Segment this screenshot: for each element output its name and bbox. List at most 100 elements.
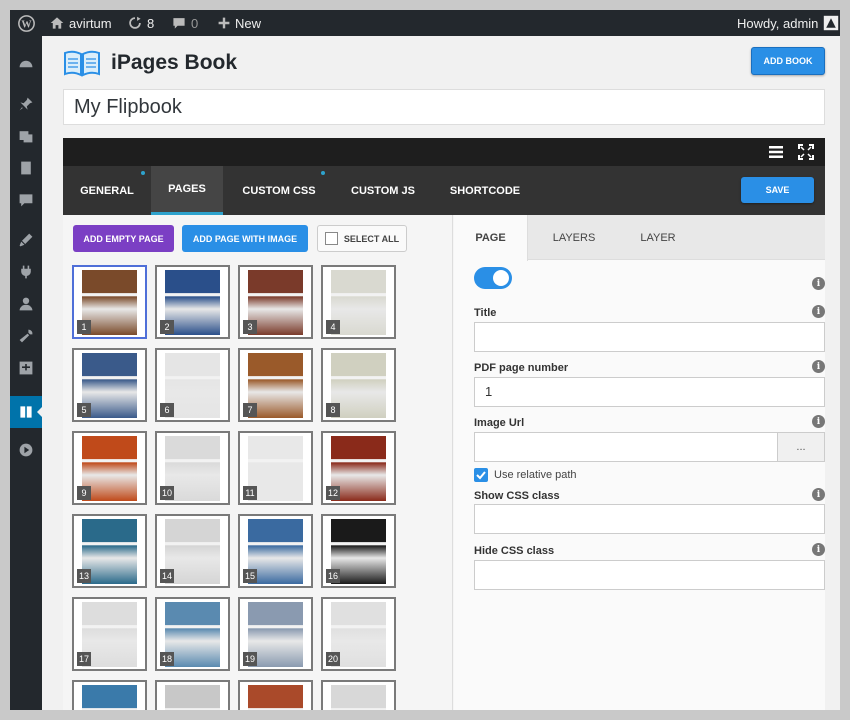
title-input[interactable] <box>474 322 825 352</box>
tab-custom-css[interactable]: CUSTOM CSS <box>235 166 325 215</box>
browse-image-button[interactable]: ... <box>777 432 825 462</box>
page-thumbnail[interactable]: 10 <box>155 431 230 505</box>
page-thumbnail[interactable]: 17 <box>72 597 147 671</box>
home-icon <box>50 17 64 29</box>
pages-panel: ADD EMPTY PAGE ADD PAGE WITH IMAGE SELEC… <box>63 215 453 710</box>
comments-link[interactable]: 0 <box>172 10 198 36</box>
page-thumbnail[interactable]: 1 <box>72 265 147 339</box>
page-thumbnail[interactable]: 16 <box>321 514 396 588</box>
page-thumbnail[interactable]: 13 <box>72 514 147 588</box>
page-thumbnail[interactable]: 9 <box>72 431 147 505</box>
tab-label: PAGES <box>168 183 206 195</box>
add-page-with-image-button[interactable]: ADD PAGE WITH IMAGE <box>182 225 308 252</box>
info-icon[interactable]: i <box>812 305 825 318</box>
page-number-badge: 16 <box>326 569 341 583</box>
ipages-book-icon[interactable] <box>10 396 43 428</box>
pdf-page-number-label: PDF page number <box>474 362 569 374</box>
page-number-badge: 18 <box>160 652 175 666</box>
select-all-checkbox[interactable]: SELECT ALL <box>317 225 407 252</box>
page-thumbnail[interactable]: 12 <box>321 431 396 505</box>
info-icon[interactable]: i <box>812 415 825 428</box>
admin-sidebar <box>10 36 43 710</box>
page-thumbnail[interactable]: 20 <box>321 597 396 671</box>
page-preview-image <box>248 685 303 710</box>
users-icon[interactable] <box>10 292 42 316</box>
page-number-badge: 14 <box>160 569 175 583</box>
page-header: iPages Book <box>63 48 237 78</box>
page-thumbnail[interactable]: 2 <box>155 265 230 339</box>
menu-icon[interactable] <box>767 143 785 161</box>
unsaved-dot <box>321 171 325 175</box>
page-number-badge: 19 <box>243 652 258 666</box>
tools-icon[interactable] <box>10 324 42 348</box>
page-thumbnail[interactable]: 18 <box>155 597 230 671</box>
svg-text:W: W <box>21 19 32 30</box>
page-thumbnail[interactable]: 15 <box>238 514 313 588</box>
page-thumbnail[interactable]: 6 <box>155 348 230 422</box>
comment-icon <box>173 18 185 29</box>
book-name-input[interactable]: My Flipbook <box>63 89 825 125</box>
page-number-badge: 3 <box>243 320 257 334</box>
add-empty-page-button[interactable]: ADD EMPTY PAGE <box>73 225 174 252</box>
page-number-badge: 9 <box>77 486 91 500</box>
dashboard-icon[interactable] <box>10 52 42 76</box>
show-css-class-input[interactable] <box>474 504 825 534</box>
page-thumbnail[interactable]: 19 <box>238 597 313 671</box>
tab-general[interactable]: GENERAL <box>63 166 151 215</box>
info-icon[interactable]: i <box>812 277 825 290</box>
page-thumbnail[interactable]: 14 <box>155 514 230 588</box>
pin-icon[interactable] <box>10 92 42 116</box>
page-preview-image <box>82 685 137 710</box>
comments-icon[interactable] <box>10 188 42 212</box>
page-thumbnail[interactable]: 5 <box>72 348 147 422</box>
tab-custom-js[interactable]: CUSTOM JS <box>339 166 427 215</box>
save-button[interactable]: SAVE <box>741 177 814 203</box>
wordpress-logo-icon[interactable]: W <box>18 10 35 36</box>
settings-icon[interactable] <box>10 356 42 380</box>
page-number-badge: 15 <box>243 569 258 583</box>
page-number-badge: 20 <box>326 652 341 666</box>
info-icon[interactable]: i <box>812 360 825 373</box>
site-name-link[interactable]: avirtum <box>50 10 112 36</box>
tab-layer[interactable]: LAYER <box>620 215 696 260</box>
properties-tabs: PAGE LAYERS LAYER <box>454 215 825 261</box>
page-thumbnail[interactable]: 11 <box>238 431 313 505</box>
wp-admin-window: W avirtum 8 0 New Howdy, admin iPages Bo… <box>10 10 840 710</box>
tab-page[interactable]: PAGE <box>454 215 528 261</box>
page-number-badge: 7 <box>243 403 257 417</box>
page-thumbnail[interactable]: 24 <box>321 680 396 710</box>
media-icon[interactable] <box>10 124 42 148</box>
page-thumbnail[interactable]: 21 <box>72 680 147 710</box>
updates-link[interactable]: 8 <box>128 10 154 36</box>
appearance-icon[interactable] <box>10 228 42 252</box>
new-label: New <box>235 15 262 31</box>
add-book-button[interactable]: ADD BOOK <box>751 47 825 75</box>
tab-layers[interactable]: LAYERS <box>536 215 612 260</box>
image-url-input[interactable] <box>474 432 778 462</box>
pdf-page-number-input[interactable]: 1 <box>474 377 825 407</box>
page-thumbnail[interactable]: 7 <box>238 348 313 422</box>
page-thumbnail[interactable]: 22 <box>155 680 230 710</box>
info-icon[interactable]: i <box>812 543 825 556</box>
title-label: Title <box>474 307 497 319</box>
new-content-link[interactable]: New <box>218 10 261 36</box>
info-icon[interactable]: i <box>812 488 825 501</box>
play-icon[interactable] <box>10 438 42 462</box>
page-visible-toggle[interactable] <box>474 267 512 289</box>
tab-shortcode[interactable]: SHORTCODE <box>441 166 529 215</box>
plugins-icon[interactable] <box>10 260 42 284</box>
hide-css-class-input[interactable] <box>474 560 825 590</box>
hide-css-class-label: Hide CSS class <box>474 545 555 557</box>
page-thumbnail[interactable]: 4 <box>321 265 396 339</box>
greeting: Howdy, admin <box>737 15 819 31</box>
account-menu[interactable]: Howdy, admin <box>737 10 839 36</box>
tab-pages[interactable]: PAGES <box>151 166 223 215</box>
page-thumbnail[interactable]: 8 <box>321 348 396 422</box>
page-preview-image <box>331 685 386 710</box>
fullscreen-icon[interactable] <box>797 143 815 161</box>
check-icon <box>476 471 486 480</box>
use-relative-path-checkbox[interactable] <box>474 468 488 482</box>
pages-icon[interactable] <box>10 156 42 180</box>
page-thumbnail[interactable]: 3 <box>238 265 313 339</box>
page-thumbnail[interactable]: 23 <box>238 680 313 710</box>
